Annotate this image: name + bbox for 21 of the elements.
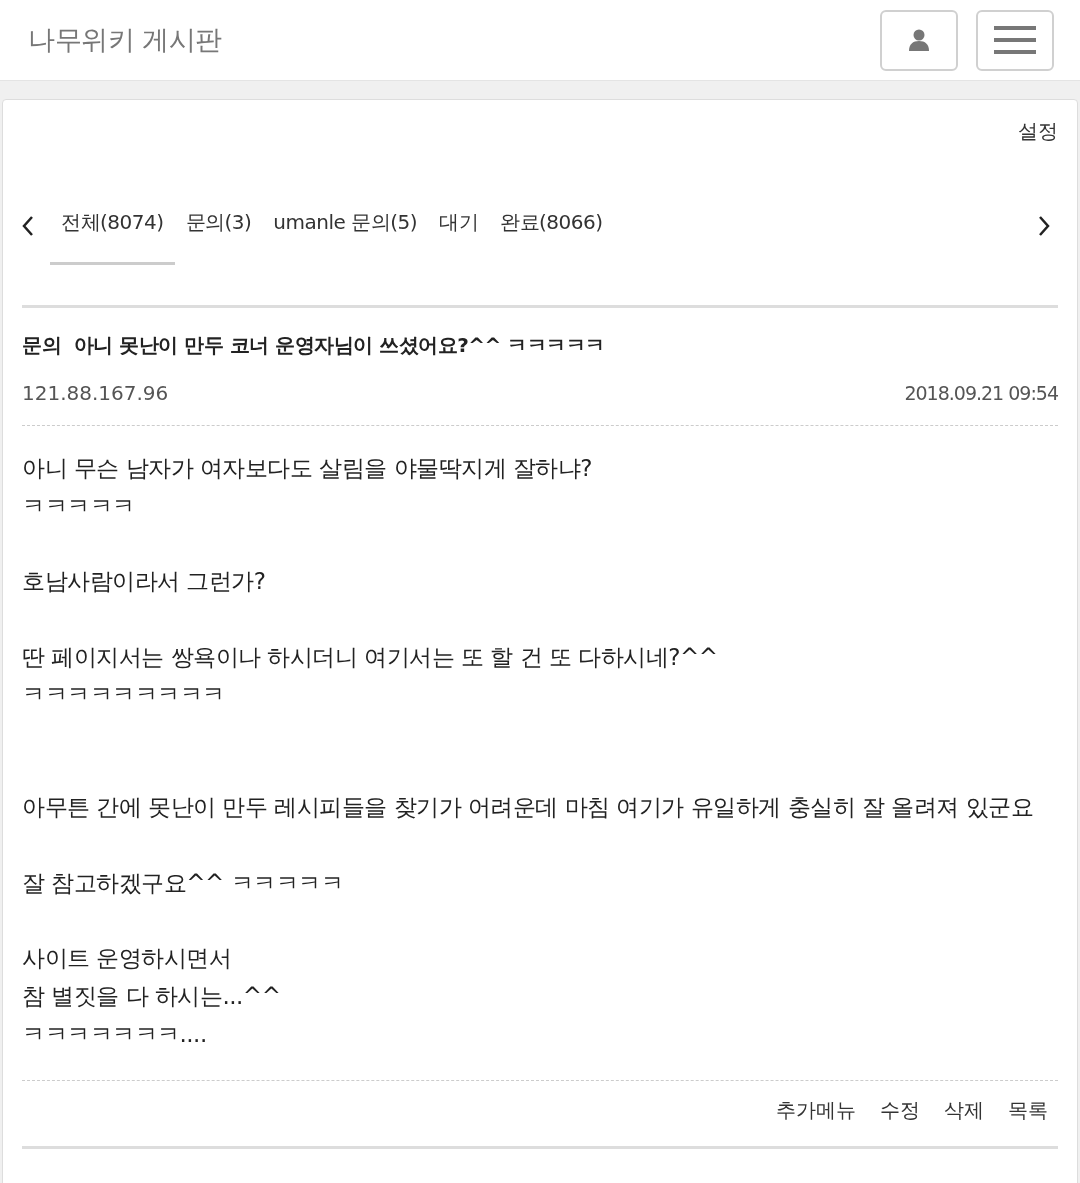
- category-tab[interactable]: umanle 문의(5): [262, 209, 428, 265]
- menu-button[interactable]: [976, 9, 1054, 71]
- action-link[interactable]: 삭제: [944, 1097, 984, 1125]
- menu-icon: [994, 26, 1036, 54]
- category-tab[interactable]: 완료(8066): [489, 209, 614, 265]
- category-tab[interactable]: 문의(3): [174, 209, 263, 265]
- category-tab[interactable]: 대기: [428, 209, 489, 265]
- settings-link[interactable]: 설정: [1018, 118, 1058, 145]
- user-button[interactable]: [880, 9, 958, 71]
- action-link[interactable]: 수정: [880, 1097, 920, 1125]
- chevron-right-icon: [1038, 215, 1050, 237]
- action-link[interactable]: 추가메뉴: [776, 1097, 856, 1125]
- user-icon: [909, 29, 929, 51]
- post-date: 2018.09.21 09:54: [904, 382, 1058, 404]
- action-link[interactable]: 목록: [1008, 1097, 1048, 1125]
- site-title: 나무위키 게시판: [28, 23, 222, 57]
- post-body: 아니 무슨 남자가 여자보다도 살림을 야물딱지게 잘하냐? ㅋㅋㅋㅋㅋ 호남사람이라서 그런가? 딴 페이지서는 쌍욕이나 하시더니 여기서는 또 할 건 또 다하시네?^^ ㅋㅋㅋㅋㅋㅋㅋㅋㅋ 아무튼 간에 못난이 만두 레시피들을 찾기가 어려운데 마침 여기가 유일하게 충실히 잘 올려져 있군요 잘 참고하겠구요^^ ㅋㅋㅋㅋㅋ 사이트 운영하시면서 참 별짓을 다 하시는...^^ ㅋㅋㅋㅋㅋㅋㅋ....: [22, 450, 1058, 1082]
- author-ip: 121.88.167.96: [22, 381, 169, 405]
- post-title: 문의 아니 못난이 만두 코너 운영자님이 쓰셨어요?^^ ㅋㅋㅋㅋㅋ: [22, 332, 606, 359]
- chevron-left-icon: [22, 215, 34, 237]
- category-tab[interactable]: 전체(8074): [50, 209, 175, 265]
